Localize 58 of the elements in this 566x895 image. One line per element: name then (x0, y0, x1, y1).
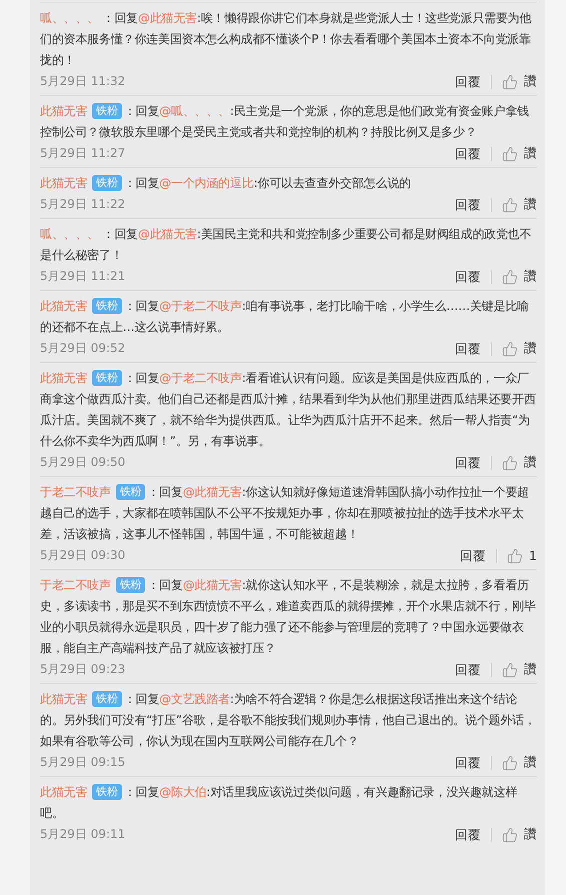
comment-text: 此猫无害 铁粉 ：回复@一个内涵的逗比:你可以去查查外交部怎么说的 (40, 174, 412, 193)
like-button[interactable]: 讚 (492, 340, 537, 357)
like-button[interactable]: 讚 (492, 826, 537, 843)
comment-text: 此猫无害 铁粉 ：回复@文艺践踏者:为啥不符合逻辑？你是怎么根据这段话推出来这个结论的。另外我们可没有“打压”谷歌，是谷歌不能按我们规则办事情，他自己退出的。说个题外话，如果有谷歌等公司，你认为现在国内互联网公司能存在几个？ (40, 690, 537, 750)
reply-button[interactable]: 回覆 (455, 456, 492, 470)
comment-time: 5月29日 09:52 (40, 340, 126, 357)
comment-time: 5月29日 11:32 (40, 73, 126, 90)
comment-text: 此猫无害 铁粉 ：回复@呱、、、、:民主党是一个党派，你的意思是他们政党有资金账户拿钱控制公司？微软股东里哪个是受民主党或者共和党控制的机构？持股比例又是多少？ (40, 102, 530, 141)
comment-text: 呱、、、、 ：回复@此猫无害:美国民主党和共和党控制多少重要公司都是财阀组成的政党也不是什么秘密了！ (40, 226, 532, 264)
fan-badge: 铁粉 (92, 298, 122, 314)
thumbs-up-icon (502, 454, 518, 470)
reply-button[interactable]: 回覆 (455, 74, 492, 88)
comment-text: 此猫无害 铁粉 ：回复@于老二不吱声:咱有事说事，老打比喻干啥，小学生么……关键是比喻的还都不在点上…这么说事情好累。 (40, 297, 530, 336)
comment-text: 此猫无害 铁粉 ：回复@于老二不吱声:看看谁认识有问题。应该是美国是供应西瓜的，一众厂商拿这个做西瓜汁卖。他们自己还都是西瓜汁摊，结果看到华为从他们那里进西瓜结果还要开西瓜汁店。美国就不爽了，就不给华为提供西瓜。让华为西瓜汁店开不起来。然后一帮人指责“为什么你不卖华为西瓜啊！”。另，有事说事。 (40, 369, 537, 450)
thumbs-up-icon (502, 662, 518, 678)
fan-badge: 铁粉 (116, 577, 146, 593)
reply-button[interactable]: 回覆 (455, 756, 492, 770)
thumbs-up-icon (507, 548, 524, 564)
fan-badge: 铁粉 (92, 691, 122, 707)
comment-time: 5月29日 09:23 (40, 661, 126, 678)
thumbs-up-icon (502, 826, 518, 842)
thumbs-up-icon (502, 340, 518, 356)
thumbs-up-icon (502, 754, 518, 770)
reply-button[interactable]: 回覆 (455, 198, 492, 212)
reply-button[interactable]: 回覆 (455, 146, 492, 160)
like-button[interactable]: 讚 (492, 268, 537, 285)
reply-button[interactable]: 回覆 (455, 828, 492, 842)
fan-badge: 铁粉 (92, 784, 122, 800)
fan-badge: 铁粉 (116, 484, 146, 500)
comment-text: 于老二不吱声 铁粉 ：回复@此猫无害:你这认知就好像短道速滑韩国队搞小动作拉扯一个要超越自己的选手，大家都在喷韩国队不公平不按规矩办事，你却在那喷被拉扯的选手技术水平太差，活该被搞，这事儿不怪韩国，韩国牛逼，不可能被超越！ (40, 483, 530, 543)
reply-button[interactable]: 回覆 (455, 342, 492, 356)
comment-time: 5月29日 09:30 (40, 547, 126, 564)
comment-text: 呱、、、、 ：回复@此猫无害:唉！懒得跟你讲它们本身就是些党派人士！这些党派只需要为他们的资本服务懂？你连美国资本怎么构成都不懂谈个P！你去看看哪个美国本土资本不向党派靠拢的！ (40, 10, 532, 69)
comment-time: 5月29日 09:11 (40, 826, 126, 843)
like-button[interactable]: 讚 (492, 754, 537, 771)
like-button[interactable]: 讚 (492, 73, 537, 90)
fan-badge: 铁粉 (92, 175, 122, 191)
like-button[interactable]: 讚 (492, 196, 537, 213)
thumbs-up-icon (502, 74, 518, 90)
fan-badge: 铁粉 (92, 370, 122, 386)
comment-time: 5月29日 09:15 (40, 754, 126, 771)
comment-time: 5月29日 09:50 (40, 454, 126, 471)
like-button[interactable]: 讚 (492, 454, 537, 471)
reply-button[interactable]: 回覆 (460, 548, 498, 562)
thumbs-up-icon (502, 146, 518, 162)
thumbs-up-icon (502, 268, 518, 284)
reply-button[interactable]: 回覆 (455, 662, 492, 676)
thumbs-up-icon (502, 196, 518, 212)
like-button[interactable]: 讚 (492, 661, 537, 678)
comment-time: 5月29日 11:21 (40, 268, 126, 285)
comment-time: 5月29日 11:27 (40, 145, 126, 162)
comment-time: 5月29日 11:22 (40, 196, 126, 213)
comment-text: 于老二不吱声 铁粉 ：回复@此猫无害:就你这认知水平，不是装糊涂，就是太拉胯，多看看历史，多读读书，那是买不到东西愤愤不平么，难道卖西瓜的就得摆摊，开个水果店就不行，刚毕业的小职员就得永远是职员，四十岁了能力强了还不能参与管理层的竞聘了？中国永远要做衣服，能自主产高端科技产品了就应该被打压？ (40, 576, 537, 657)
like-button[interactable]: 1 (497, 548, 537, 564)
like-button[interactable]: 讚 (492, 145, 537, 162)
reply-button[interactable]: 回覆 (455, 270, 492, 284)
comment-text: 此猫无害 铁粉 ：回复@陈大伯:对话里我应该说过类似问题，有兴趣翻记录，没兴趣就这样吧。 (40, 783, 518, 822)
fan-badge: 铁粉 (92, 103, 122, 119)
